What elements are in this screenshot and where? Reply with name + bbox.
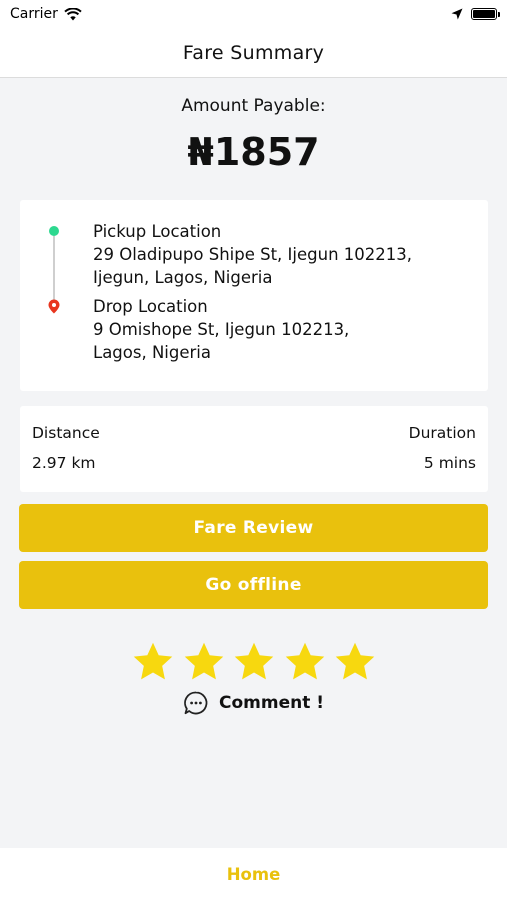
amount-payable-label: Amount Payable: xyxy=(181,96,326,116)
pickup-location-title: Pickup Location xyxy=(93,222,222,241)
drop-location: Drop Location 9 Omishope St, Ijegun 1022… xyxy=(93,295,349,364)
drop-address-line1: 9 Omishope St, Ijegun 102213, xyxy=(93,320,350,339)
fare-review-button[interactable]: Fare Review xyxy=(19,504,488,552)
distance-section: Distance 2.97 km xyxy=(32,423,100,473)
star-icon-4[interactable] xyxy=(283,640,327,684)
duration-section: Duration 5 mins xyxy=(409,423,476,473)
route-line xyxy=(53,236,55,300)
star-icon-3[interactable] xyxy=(232,640,276,684)
trip-details-card: Distance 2.97 km Duration 5 mins xyxy=(20,406,488,492)
drop-location-title: Drop Location xyxy=(93,297,208,316)
drop-pin-icon xyxy=(48,299,60,314)
pickup-location: Pickup Location 29 Oladipupo Shipe St, I… xyxy=(93,220,412,289)
tab-bar: Home xyxy=(0,848,507,900)
carrier-label: Carrier xyxy=(10,6,58,22)
star-icon-1[interactable] xyxy=(131,640,175,684)
status-left: Carrier xyxy=(10,6,82,22)
comment-button[interactable]: Comment ! xyxy=(0,690,507,716)
pickup-address-line1: 29 Oladipupo Shipe St, Ijegun 102213, xyxy=(93,245,413,264)
duration-value: 5 mins xyxy=(423,454,476,472)
duration-label: Duration xyxy=(408,424,476,442)
drop-address-line2: Lagos, Nigeria xyxy=(93,343,211,362)
nav-bar: Fare Summary xyxy=(0,28,507,78)
location-card: Pickup Location 29 Oladipupo Shipe St, I… xyxy=(20,200,488,391)
battery-icon xyxy=(471,8,500,20)
star-icon-2[interactable] xyxy=(182,640,226,684)
amount-payable-value: ₦1857 xyxy=(187,130,320,174)
chat-bubble-icon xyxy=(184,691,208,715)
go-offline-button[interactable]: Go offline xyxy=(19,561,488,609)
pickup-dot-icon xyxy=(49,226,59,236)
status-right xyxy=(451,8,500,20)
battery-fill xyxy=(473,10,495,18)
pickup-address-line2: Ijegun, Lagos, Nigeria xyxy=(93,268,273,287)
wifi-icon xyxy=(64,7,82,20)
location-arrow-icon xyxy=(451,8,463,20)
distance-value: 2.97 km xyxy=(32,454,96,472)
star-rating xyxy=(131,636,377,688)
distance-label: Distance xyxy=(32,424,100,442)
status-bar: Carrier xyxy=(0,0,507,28)
page-title: Fare Summary xyxy=(182,41,325,64)
star-icon-5[interactable] xyxy=(333,640,377,684)
comment-label: Comment ! xyxy=(218,693,324,713)
tab-home[interactable]: Home xyxy=(227,865,281,884)
